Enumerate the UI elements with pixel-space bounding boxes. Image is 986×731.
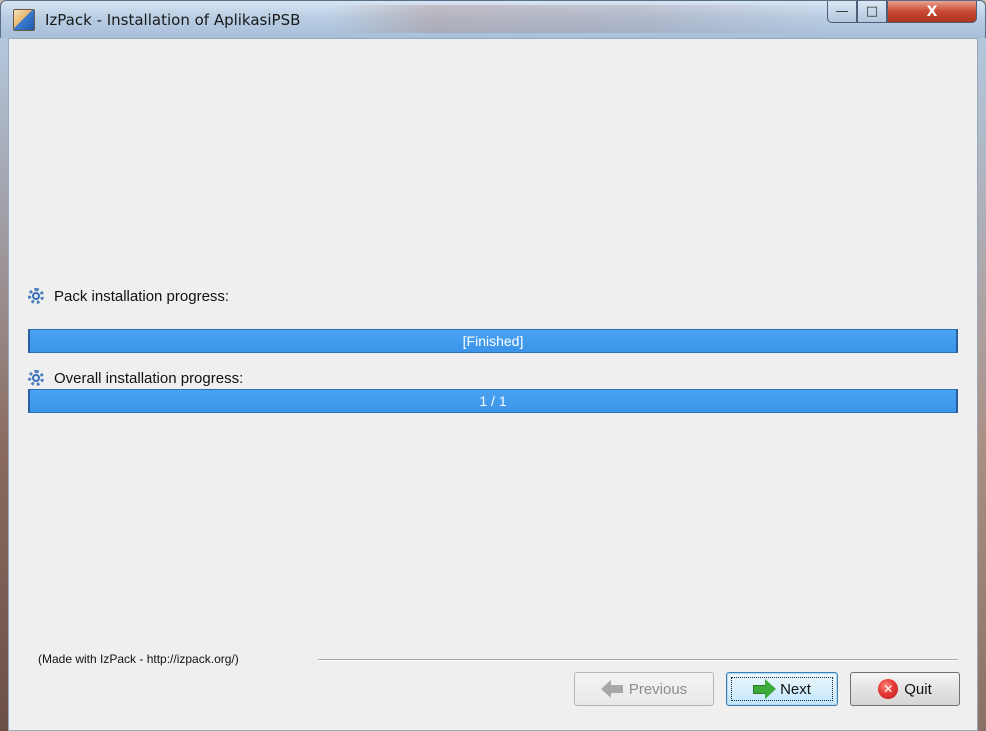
gear-icon: [26, 368, 46, 388]
minimize-button[interactable]: —: [827, 1, 857, 23]
pack-progress-bar: [Finished]: [28, 329, 958, 353]
maximize-button[interactable]: □: [857, 1, 887, 23]
window-frame-right: [978, 38, 986, 731]
arrow-left-icon-body: [610, 685, 623, 693]
quit-button-label: Quit: [904, 680, 932, 698]
app-icon: [13, 9, 35, 31]
pack-progress-status: [Finished]: [462, 333, 524, 349]
gear-icon: [26, 286, 46, 306]
previous-button-label: Previous: [628, 680, 688, 698]
previous-button[interactable]: Previous: [574, 672, 714, 706]
quit-button[interactable]: ✕ Quit: [850, 672, 960, 706]
overall-progress-bar: 1 / 1: [28, 389, 958, 413]
footer-separator: [318, 659, 958, 661]
arrow-left-icon: [600, 680, 611, 698]
overall-progress-label: Overall installation progress:: [54, 369, 244, 387]
quit-icon: ✕: [878, 679, 899, 699]
next-button[interactable]: Next: [726, 672, 838, 706]
pack-progress-label-row: Pack installation progress:: [26, 286, 229, 306]
window-frame-left: [0, 38, 8, 731]
title-bar[interactable]: IzPack - Installation of AplikasiPSB — □…: [1, 1, 985, 39]
focus-ring: [731, 677, 833, 701]
window-title: IzPack - Installation of AplikasiPSB: [45, 11, 301, 29]
title-bar-background: [331, 5, 831, 33]
izpack-credit: (Made with IzPack - http://izpack.org/): [38, 652, 245, 666]
pack-progress-label: Pack installation progress:: [54, 287, 230, 305]
close-button[interactable]: X: [887, 1, 977, 23]
overall-progress-label-row: Overall installation progress:: [26, 368, 243, 388]
overall-progress-status: 1 / 1: [479, 393, 507, 409]
